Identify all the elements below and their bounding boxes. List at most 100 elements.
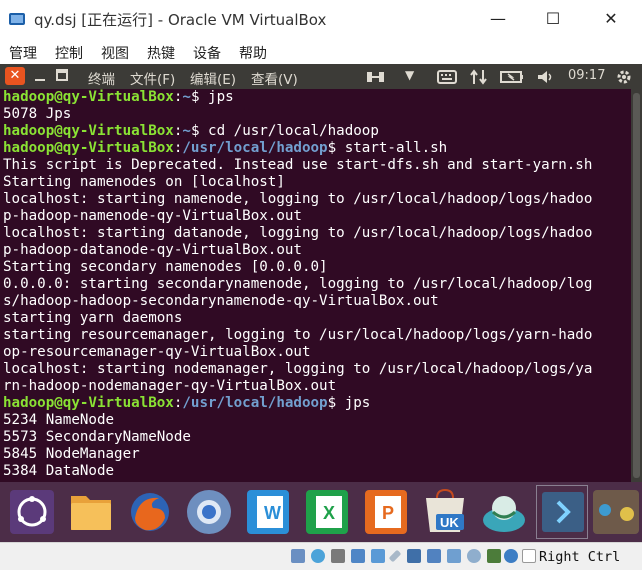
usb-icon[interactable] bbox=[371, 549, 385, 563]
prompt-path: ~ bbox=[182, 123, 191, 139]
terminal-output-line: p-hadoop-namenode-qy-VirtualBox.out bbox=[3, 208, 302, 224]
terminal-maximize-button[interactable] bbox=[56, 69, 68, 81]
menu-manage[interactable]: 管理 bbox=[9, 43, 37, 63]
launcher-dock: W X P UK bbox=[0, 482, 642, 542]
shared-folders-icon[interactable] bbox=[388, 549, 402, 563]
clock[interactable]: 09:17 bbox=[568, 68, 605, 83]
svg-text:P: P bbox=[382, 503, 394, 523]
terminal-output[interactable]: hadoop@qy-VirtualBox:~$ jps 5078 Jps hadoo… bbox=[0, 89, 631, 482]
terminal-output-line: Starting namenodes on [localhost] bbox=[3, 174, 285, 190]
terminal-output-line: starting resourcemanager, logging to /us… bbox=[3, 327, 593, 343]
video-capture-icon[interactable] bbox=[427, 549, 441, 563]
prompt-path: ~ bbox=[182, 89, 191, 105]
menu-view[interactable]: 视图 bbox=[101, 43, 129, 63]
menu-hotkeys[interactable]: 热键 bbox=[147, 43, 175, 63]
globe-icon[interactable] bbox=[504, 549, 518, 563]
virtualbox-icon bbox=[9, 13, 25, 25]
host-key-label: Right Ctrl bbox=[539, 549, 621, 565]
prompt-command: jps bbox=[199, 89, 234, 105]
terminal-output-line: 0.0.0.0: starting secondarynamenode, log… bbox=[3, 276, 593, 292]
terminal-prompt-line: hadoop@qy-VirtualBox:/usr/local/hadoop$ … bbox=[3, 395, 631, 412]
menu-file[interactable]: 文件(F) bbox=[130, 68, 175, 88]
prompt-user: hadoop@qy-VirtualBox bbox=[3, 395, 174, 411]
menu-terminal[interactable]: 终端 bbox=[88, 68, 115, 88]
maximize-button[interactable]: ☐ bbox=[528, 0, 578, 38]
volume-icon[interactable] bbox=[536, 68, 556, 86]
prompt-dollar: $ bbox=[327, 395, 337, 411]
chromium-icon[interactable] bbox=[184, 488, 234, 536]
host-titlebar: qy.dsj [正在运行] - Oracle VM VirtualBox — ☐… bbox=[0, 0, 642, 38]
terminal-output-line: localhost: starting nodemanager, logging… bbox=[3, 361, 593, 377]
firefox-icon[interactable] bbox=[125, 488, 175, 536]
minimize-button[interactable]: — bbox=[473, 0, 523, 38]
amazon-icon[interactable] bbox=[479, 488, 529, 536]
menu-control[interactable]: 控制 bbox=[55, 43, 83, 63]
scrollbar-thumb[interactable] bbox=[633, 93, 640, 478]
audio-icon[interactable] bbox=[331, 549, 345, 563]
terminal-output-line: 5234 NameNode bbox=[3, 412, 115, 428]
display-icon[interactable] bbox=[407, 549, 421, 563]
menu-view-guest[interactable]: 查看(V) bbox=[251, 68, 298, 88]
prompt-command: jps bbox=[336, 395, 371, 411]
prompt-user: hadoop@qy-VirtualBox bbox=[3, 89, 174, 105]
menu-help[interactable]: 帮助 bbox=[239, 43, 267, 63]
terminal-prompt-line: hadoop@qy-VirtualBox:~$ cd /usr/local/ha… bbox=[3, 123, 631, 140]
libreoffice-writer-icon[interactable]: W bbox=[243, 488, 293, 536]
network-icon[interactable] bbox=[351, 549, 365, 563]
terminal-output-line: op-resourcemanager-qy-VirtualBox.out bbox=[3, 344, 311, 360]
prompt-path: /usr/local/hadoop bbox=[182, 395, 328, 411]
terminal-scrollbar[interactable] bbox=[631, 89, 642, 482]
prompt-user: hadoop@qy-VirtualBox bbox=[3, 123, 174, 139]
svg-text:X: X bbox=[323, 503, 335, 523]
partial-app-icon[interactable] bbox=[591, 488, 642, 536]
prompt-path: /usr/local/hadoop bbox=[182, 140, 328, 156]
terminal-output-line: starting yarn daemons bbox=[3, 310, 183, 326]
svg-text:W: W bbox=[264, 503, 281, 523]
close-button[interactable]: ✕ bbox=[586, 0, 636, 38]
prompt-dollar: $ bbox=[327, 140, 337, 156]
terminal-output-line: This script is Deprecated. Instead use s… bbox=[3, 157, 593, 173]
terminal-close-button[interactable]: ✕ bbox=[5, 67, 25, 85]
terminal-output-line: p-hadoop-datanode-qy-VirtualBox.out bbox=[3, 242, 302, 258]
dash-icon[interactable] bbox=[7, 488, 57, 536]
optical-drive-icon[interactable] bbox=[311, 549, 325, 563]
arrow-down-small-icon: ▼ bbox=[405, 68, 415, 82]
host-menubar: 管理 控制 视图 热键 设备 帮助 bbox=[0, 38, 642, 64]
libreoffice-calc-icon[interactable]: X bbox=[302, 488, 352, 536]
terminal-icon[interactable] bbox=[538, 488, 588, 536]
window-title: qy.dsj [正在运行] - Oracle VM VirtualBox bbox=[34, 11, 327, 29]
cpu-icon[interactable] bbox=[447, 549, 461, 563]
terminal-prompt-line: hadoop@qy-VirtualBox:~$ jps bbox=[3, 89, 631, 106]
terminal-output-line: 5573 SecondaryNameNode bbox=[3, 429, 191, 445]
svg-text:UK: UK bbox=[440, 515, 459, 530]
files-icon[interactable] bbox=[66, 488, 116, 536]
network-switch-icon[interactable] bbox=[366, 68, 386, 86]
terminal-output-line: 5845 NodeManager bbox=[3, 446, 140, 462]
terminal-output-line: rn-hadoop-nodemanager-qy-VirtualBox.out bbox=[3, 378, 337, 394]
menu-devices[interactable]: 设备 bbox=[193, 43, 221, 63]
mouse-integration-icon[interactable] bbox=[467, 549, 481, 563]
terminal-output-line: localhost: starting datanode, logging to… bbox=[3, 225, 593, 241]
vbox-statusbar: Right Ctrl bbox=[0, 542, 642, 570]
guest-top-panel: ✕ 终端 文件(F) 编辑(E) 查看(V) ▼ 09:17 bbox=[0, 64, 642, 89]
menu-edit[interactable]: 编辑(E) bbox=[190, 68, 236, 88]
terminal-prompt-line: hadoop@qy-VirtualBox:/usr/local/hadoop$ … bbox=[3, 140, 631, 157]
sort-arrows-icon[interactable] bbox=[470, 68, 488, 86]
battery-icon[interactable] bbox=[500, 68, 524, 86]
prompt-command: start-all.sh bbox=[336, 140, 448, 156]
terminal-output-line: 5078 Jps bbox=[3, 106, 72, 122]
ubuntu-software-icon[interactable]: UK bbox=[420, 488, 470, 536]
prompt-command: cd /usr/local/hadoop bbox=[199, 123, 379, 139]
terminal-output-line: s/hadoop-hadoop-secondarynamenode-qy-Vir… bbox=[3, 293, 439, 309]
arrow-down-icon[interactable] bbox=[522, 549, 536, 563]
hard-disk-icon[interactable] bbox=[291, 549, 305, 563]
gear-icon[interactable] bbox=[615, 68, 633, 86]
keyboard-icon[interactable] bbox=[437, 68, 457, 86]
terminal-minimize-button[interactable] bbox=[33, 67, 47, 85]
prompt-user: hadoop@qy-VirtualBox bbox=[3, 140, 174, 156]
terminal-output-line: localhost: starting namenode, logging to… bbox=[3, 191, 593, 207]
hostkey-icon[interactable] bbox=[487, 549, 501, 563]
terminal-output-line: 5384 DataNode bbox=[3, 463, 115, 479]
terminal-output-line: Starting secondary namenodes [0.0.0.0] bbox=[3, 259, 328, 275]
libreoffice-impress-icon[interactable]: P bbox=[361, 488, 411, 536]
